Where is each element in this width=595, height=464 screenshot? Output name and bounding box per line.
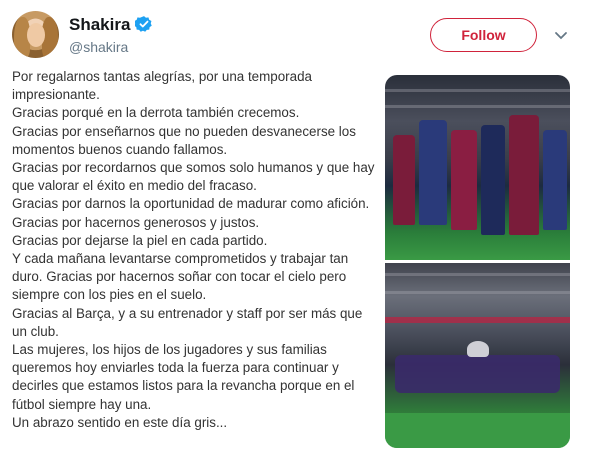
player-figure: [509, 115, 539, 235]
team-group: [395, 355, 560, 393]
display-name[interactable]: Shakira: [69, 15, 130, 35]
team-photo-group[interactable]: [385, 263, 570, 448]
team-photo-celebration[interactable]: [385, 75, 570, 260]
player-figure: [543, 130, 567, 230]
follow-button[interactable]: Follow: [430, 18, 537, 52]
avatar-face: [27, 23, 45, 47]
crowd-stripe: [385, 105, 570, 108]
chevron-down-icon[interactable]: [554, 31, 568, 41]
player-figure: [419, 120, 447, 225]
player-figure: [451, 130, 477, 230]
player-figure: [481, 125, 505, 235]
avatar[interactable]: [12, 11, 59, 58]
note-text: Por regalarnos tantas alegrías, por una …: [12, 69, 375, 430]
verified-badge-icon: [135, 16, 152, 32]
tweet-text-image[interactable]: Por regalarnos tantas alegrías, por una …: [0, 66, 381, 453]
stadium-banner: [385, 317, 570, 323]
user-handle[interactable]: @shakira: [69, 39, 128, 55]
pitch: [385, 413, 570, 448]
crowd-stripe: [385, 273, 570, 276]
crowd-stripe: [385, 291, 570, 294]
player-figure: [393, 135, 415, 225]
trophy: [467, 341, 489, 357]
crowd-stripe: [385, 89, 570, 92]
